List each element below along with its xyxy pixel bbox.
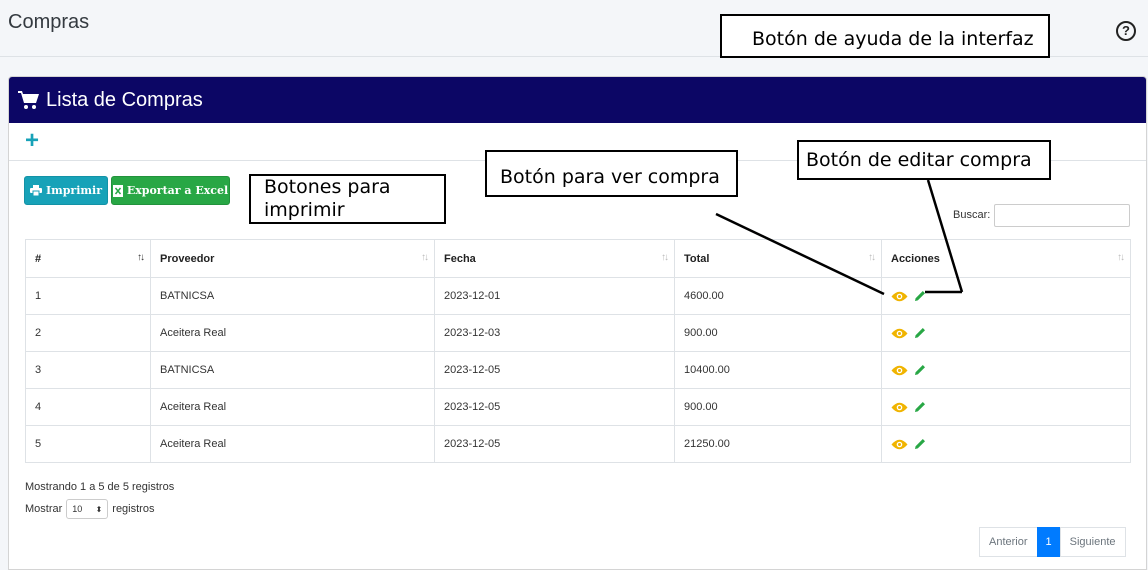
sort-icon: ↑↓ [868,252,876,263]
table-cell: 1 [25,277,151,315]
annotation-edit: Botón de editar compra [797,140,1051,180]
help-icon[interactable]: ? [1116,21,1136,41]
table-cell: Aceitera Real [150,425,435,463]
eye-icon[interactable] [891,439,908,450]
search-input[interactable] [994,204,1130,227]
table-cell: 900.00 [674,314,882,352]
table-row: 4 Aceitera Real 2023-12-05 900.00 [25,388,1131,426]
card-title: Lista de Compras [46,88,203,111]
column-header-number[interactable]: # ↑↓ [25,239,151,278]
actions-cell [881,351,1131,389]
eye-icon[interactable] [891,402,908,413]
page-1-button[interactable]: 1 [1036,527,1061,557]
prev-page-button[interactable]: Anterior [979,527,1038,557]
search-label: Buscar: [953,209,991,221]
pencil-icon[interactable] [914,438,926,450]
table-row: 1 BATNICSA 2023-12-01 4600.00 [25,277,1131,315]
table-row: 2 Aceitera Real 2023-12-03 900.00 [25,314,1131,352]
actions-cell [881,277,1131,315]
sort-icon: ↑↓ [1117,252,1125,263]
table-cell: BATNICSA [150,351,435,389]
table-cell: 2023-12-01 [434,277,675,315]
table-cell: 2 [25,314,151,352]
table-cell: 2023-12-05 [434,425,675,463]
column-header-date[interactable]: Fecha ↑↓ [434,239,675,278]
page-size-select[interactable]: 10 ⬍ [66,499,109,519]
annotation-print: Botones para imprimir [249,174,446,224]
add-purchase-button[interactable]: + [25,129,39,153]
table-cell: 10400.00 [674,351,882,389]
table-cell: 2023-12-05 [434,388,675,426]
card-header: Lista de Compras [9,77,1146,123]
eye-icon[interactable] [891,365,908,376]
export-excel-button[interactable]: Exportar a Excel [111,176,230,205]
print-button[interactable]: Imprimir [24,176,108,205]
annotation-help: Botón de ayuda de la interfaz [720,14,1050,58]
next-page-button[interactable]: Siguiente [1059,527,1126,557]
pencil-icon[interactable] [914,364,926,376]
page-length-control: Mostrar 10 ⬍ registros [25,499,154,519]
table-cell: Aceitera Real [150,388,435,426]
table-row: 5 Aceitera Real 2023-12-05 21250.00 [25,425,1131,463]
excel-file-icon [112,184,123,197]
pencil-icon[interactable] [914,327,926,339]
table-cell: BATNICSA [150,277,435,315]
printer-icon [29,185,42,196]
pencil-icon[interactable] [914,401,926,413]
table-cell: 4600.00 [674,277,882,315]
annotation-view: Botón para ver compra [485,150,738,197]
eye-icon[interactable] [891,328,908,339]
records-label: registros [112,503,155,515]
actions-cell [881,314,1131,352]
column-header-actions[interactable]: Acciones ↑↓ [881,239,1131,278]
actions-cell [881,388,1131,426]
print-label: Imprimir [45,184,103,197]
table-cell: 21250.00 [674,425,882,463]
table-cell: 2023-12-03 [434,314,675,352]
table-cell: 900.00 [674,388,882,426]
select-arrows-icon: ⬍ [95,504,103,514]
column-header-provider[interactable]: Proveedor ↑↓ [150,239,435,278]
eye-icon[interactable] [891,291,908,302]
sort-icon: ↑↓ [421,252,429,263]
cart-icon [18,91,39,109]
sort-asc-icon: ↑↓ [137,252,145,263]
excel-label: Exportar a Excel [126,184,229,197]
table-cell: 5 [25,425,151,463]
table-header-row: # ↑↓ Proveedor ↑↓ Fecha ↑↓ Total ↑↓ Acciones… [25,239,1131,278]
actions-cell [881,425,1131,463]
pencil-icon[interactable] [914,290,926,302]
table-info: Mostrando 1 a 5 de 5 registros [25,481,175,493]
table-cell: 3 [25,351,151,389]
column-header-total[interactable]: Total ↑↓ [674,239,882,278]
table-cell: 2023-12-05 [434,351,675,389]
sort-icon: ↑↓ [661,252,669,263]
show-label: Mostrar [25,503,63,515]
purchases-table: # ↑↓ Proveedor ↑↓ Fecha ↑↓ Total ↑↓ Acciones… [25,239,1131,463]
pagination: Anterior 1 Siguiente [979,527,1126,557]
table-cell: 4 [25,388,151,426]
page-title: Compras [8,11,90,33]
table-row: 3 BATNICSA 2023-12-05 10400.00 [25,351,1131,389]
table-cell: Aceitera Real [150,314,435,352]
